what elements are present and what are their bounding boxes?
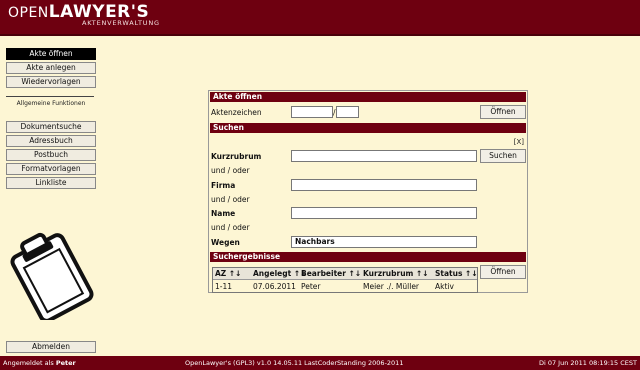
main-panel: Akte öffnen Aktenzeichen / Öffnen Suchen… <box>208 90 528 293</box>
status-bar: Angemeldet als Peter OpenLawyer's (GPL3)… <box>0 356 640 370</box>
logged-in-prefix: Angemeldet als <box>3 359 54 367</box>
clipboard-icon <box>8 228 94 323</box>
logged-in-info: Angemeldet als Peter <box>3 356 76 370</box>
results-table: AZ ↑↓ Angelegt ↑↓ Bearbeiter ↑↓ Kurzrubr… <box>212 267 478 293</box>
logout-button[interactable]: Abmelden <box>6 341 96 353</box>
results-table-header: AZ ↑↓ Angelegt ↑↓ Bearbeiter ↑↓ Kurzrubr… <box>213 268 478 280</box>
sidebar-divider <box>6 96 94 97</box>
kurzrubrum-input[interactable] <box>291 150 477 162</box>
version-info: OpenLawyer's (GPL3) v1.0 14.05.11 LastCo… <box>185 359 404 367</box>
open-file-button[interactable]: Öffnen <box>480 105 526 119</box>
sidebar-item-akte-anlegen[interactable]: Akte anlegen <box>6 62 96 74</box>
cell-angelegt: 07.06.2011 <box>253 281 296 291</box>
column-header-angelegt[interactable]: Angelegt ↑↓ <box>251 269 306 278</box>
column-header-kurzrubrum[interactable]: Kurzrubrum ↑↓ <box>361 269 433 278</box>
sidebar-item-formatvorlagen[interactable]: Formatvorlagen <box>6 163 96 175</box>
sidebar-item-postbuch[interactable]: Postbuch <box>6 149 96 161</box>
search-button[interactable]: Suchen <box>480 149 526 163</box>
sidebar-item-wiedervorlagen[interactable]: Wiedervorlagen <box>6 76 96 88</box>
cell-az: 1-11 <box>215 281 233 291</box>
column-header-status[interactable]: Status ↑↓ <box>433 269 478 278</box>
kurzrubrum-label: Kurzrubrum <box>211 152 262 161</box>
logo-text-light: OPEN <box>8 5 49 21</box>
search-section-header: Suchen <box>210 123 526 133</box>
firma-input[interactable] <box>291 179 477 191</box>
column-header-az[interactable]: AZ ↑↓ <box>213 269 251 278</box>
name-input[interactable] <box>291 207 477 219</box>
logged-in-user: Peter <box>55 359 76 367</box>
table-row[interactable]: 1-11 07.06.2011 Peter Meier ./. Müller A… <box>213 280 477 292</box>
close-search-button[interactable]: [X] <box>514 138 524 146</box>
aktenzeichen-number-input[interactable] <box>291 106 333 118</box>
wegen-input[interactable]: Nachbars <box>291 236 477 248</box>
sidebar-section-label: Allgemeine Funktionen <box>16 100 86 107</box>
open-file-section-header: Akte öffnen <box>210 92 526 102</box>
cell-kurzrubrum: Meier ./. Müller <box>363 281 420 291</box>
open-result-button[interactable]: Öffnen <box>480 265 526 279</box>
name-label: Name <box>211 209 236 218</box>
cell-status: Aktiv <box>435 281 454 291</box>
aktenzeichen-year-input[interactable] <box>336 106 359 118</box>
und-oder-label-1: und / oder <box>211 166 250 175</box>
logo-subtitle: AKTENVERWALTUNG <box>82 19 160 27</box>
und-oder-label-3: und / oder <box>211 223 250 232</box>
results-section-header: Suchergebnisse <box>210 252 526 262</box>
app-header: OPENLAWYER'S AKTENVERWALTUNG <box>0 0 640 36</box>
aktenzeichen-label: Aktenzeichen <box>211 108 262 117</box>
firma-label: Firma <box>211 181 236 190</box>
sidebar-item-akte-oeffnen[interactable]: Akte öffnen <box>6 48 96 60</box>
wegen-label: Wegen <box>211 238 240 247</box>
sidebar-item-adressbuch[interactable]: Adressbuch <box>6 135 96 147</box>
datetime: Di 07 Jun 2011 08:19:15 CEST <box>538 359 637 367</box>
und-oder-label-2: und / oder <box>211 195 250 204</box>
sidebar-item-dokumentsuche[interactable]: Dokumentsuche <box>6 121 96 133</box>
sidebar: Akte öffnen Akte anlegen Wiedervorlagen … <box>6 48 96 191</box>
cell-bearbeiter: Peter <box>301 281 321 291</box>
column-header-bearbeiter[interactable]: Bearbeiter ↑↓ <box>299 269 361 278</box>
sidebar-item-linkliste[interactable]: Linkliste <box>6 177 96 189</box>
